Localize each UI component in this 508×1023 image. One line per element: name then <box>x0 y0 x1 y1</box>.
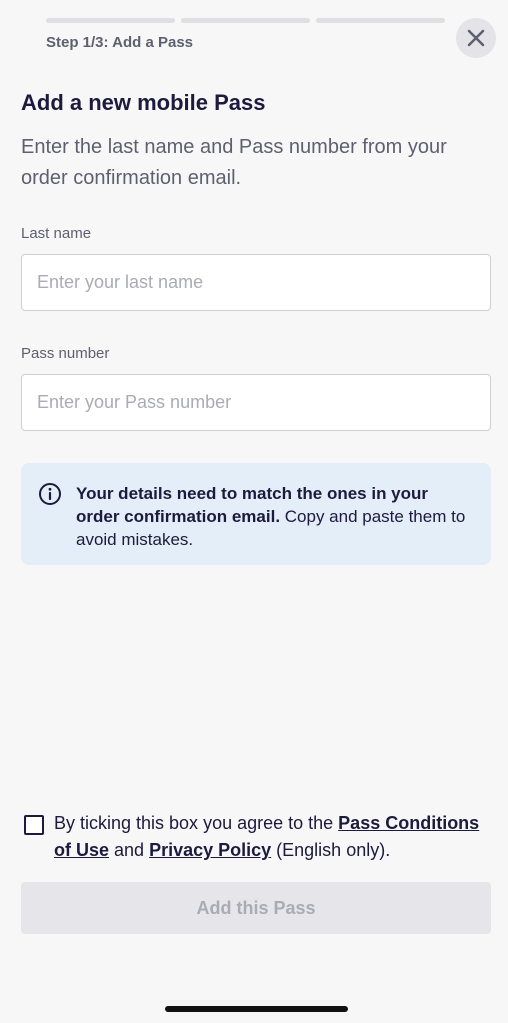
privacy-policy-link[interactable]: Privacy Policy <box>149 840 271 860</box>
add-pass-button[interactable]: Add this Pass <box>21 882 491 934</box>
progress-segment <box>46 18 175 23</box>
terms-consent-text: By ticking this box you agree to the Pas… <box>54 810 494 864</box>
step-label: Step 1/3: Add a Pass <box>46 34 193 51</box>
last-name-label: Last name <box>21 225 92 242</box>
close-button[interactable] <box>456 18 496 58</box>
pass-number-input[interactable] <box>21 374 491 431</box>
add-pass-sheet: Step 1/3: Add a Pass Add a new mobile Pa… <box>0 0 508 1023</box>
home-indicator <box>165 1006 348 1012</box>
close-icon <box>467 29 485 47</box>
pass-number-label: Pass number <box>21 345 110 362</box>
consent-middle: and <box>109 840 150 860</box>
consent-suffix: (English only). <box>271 840 391 860</box>
consent-prefix: By ticking this box you agree to the <box>54 813 339 833</box>
last-name-input[interactable] <box>21 254 491 311</box>
page-subtitle: Enter the last name and Pass number from… <box>21 136 447 189</box>
info-icon <box>39 483 61 505</box>
progress-segment <box>316 18 445 23</box>
terms-checkbox[interactable] <box>24 815 44 835</box>
info-notice: Your details need to match the ones in y… <box>21 463 491 565</box>
progress-segment <box>181 18 310 23</box>
page-title: Add a new mobile Pass <box>21 90 266 115</box>
step-progress-bar <box>46 18 445 23</box>
